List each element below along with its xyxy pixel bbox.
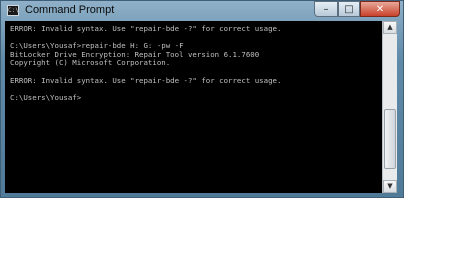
command-prompt-window: C:\ Command Prompt – □ ✕ ERROR: Invalid … <box>0 0 404 198</box>
console-output[interactable]: ERROR: Invalid syntax. Use "repair-bde -… <box>5 21 382 193</box>
maximize-button[interactable]: □ <box>338 1 360 17</box>
title-bar[interactable]: C:\ Command Prompt – □ ✕ <box>1 1 403 21</box>
scroll-up-icon[interactable]: ▲ <box>383 21 397 34</box>
scroll-thumb[interactable] <box>384 109 396 169</box>
console-text: ERROR: Invalid syntax. Use "repair-bde -… <box>10 24 282 102</box>
command-prompt-icon[interactable]: C:\ <box>7 5 19 16</box>
minimize-button[interactable]: – <box>314 1 338 17</box>
caption-buttons: – □ ✕ <box>314 1 400 19</box>
close-button[interactable]: ✕ <box>360 1 400 17</box>
scroll-down-icon[interactable]: ▼ <box>383 180 397 193</box>
window-title: Command Prompt <box>25 4 115 16</box>
vertical-scrollbar[interactable]: ▲ ▼ <box>382 21 397 193</box>
